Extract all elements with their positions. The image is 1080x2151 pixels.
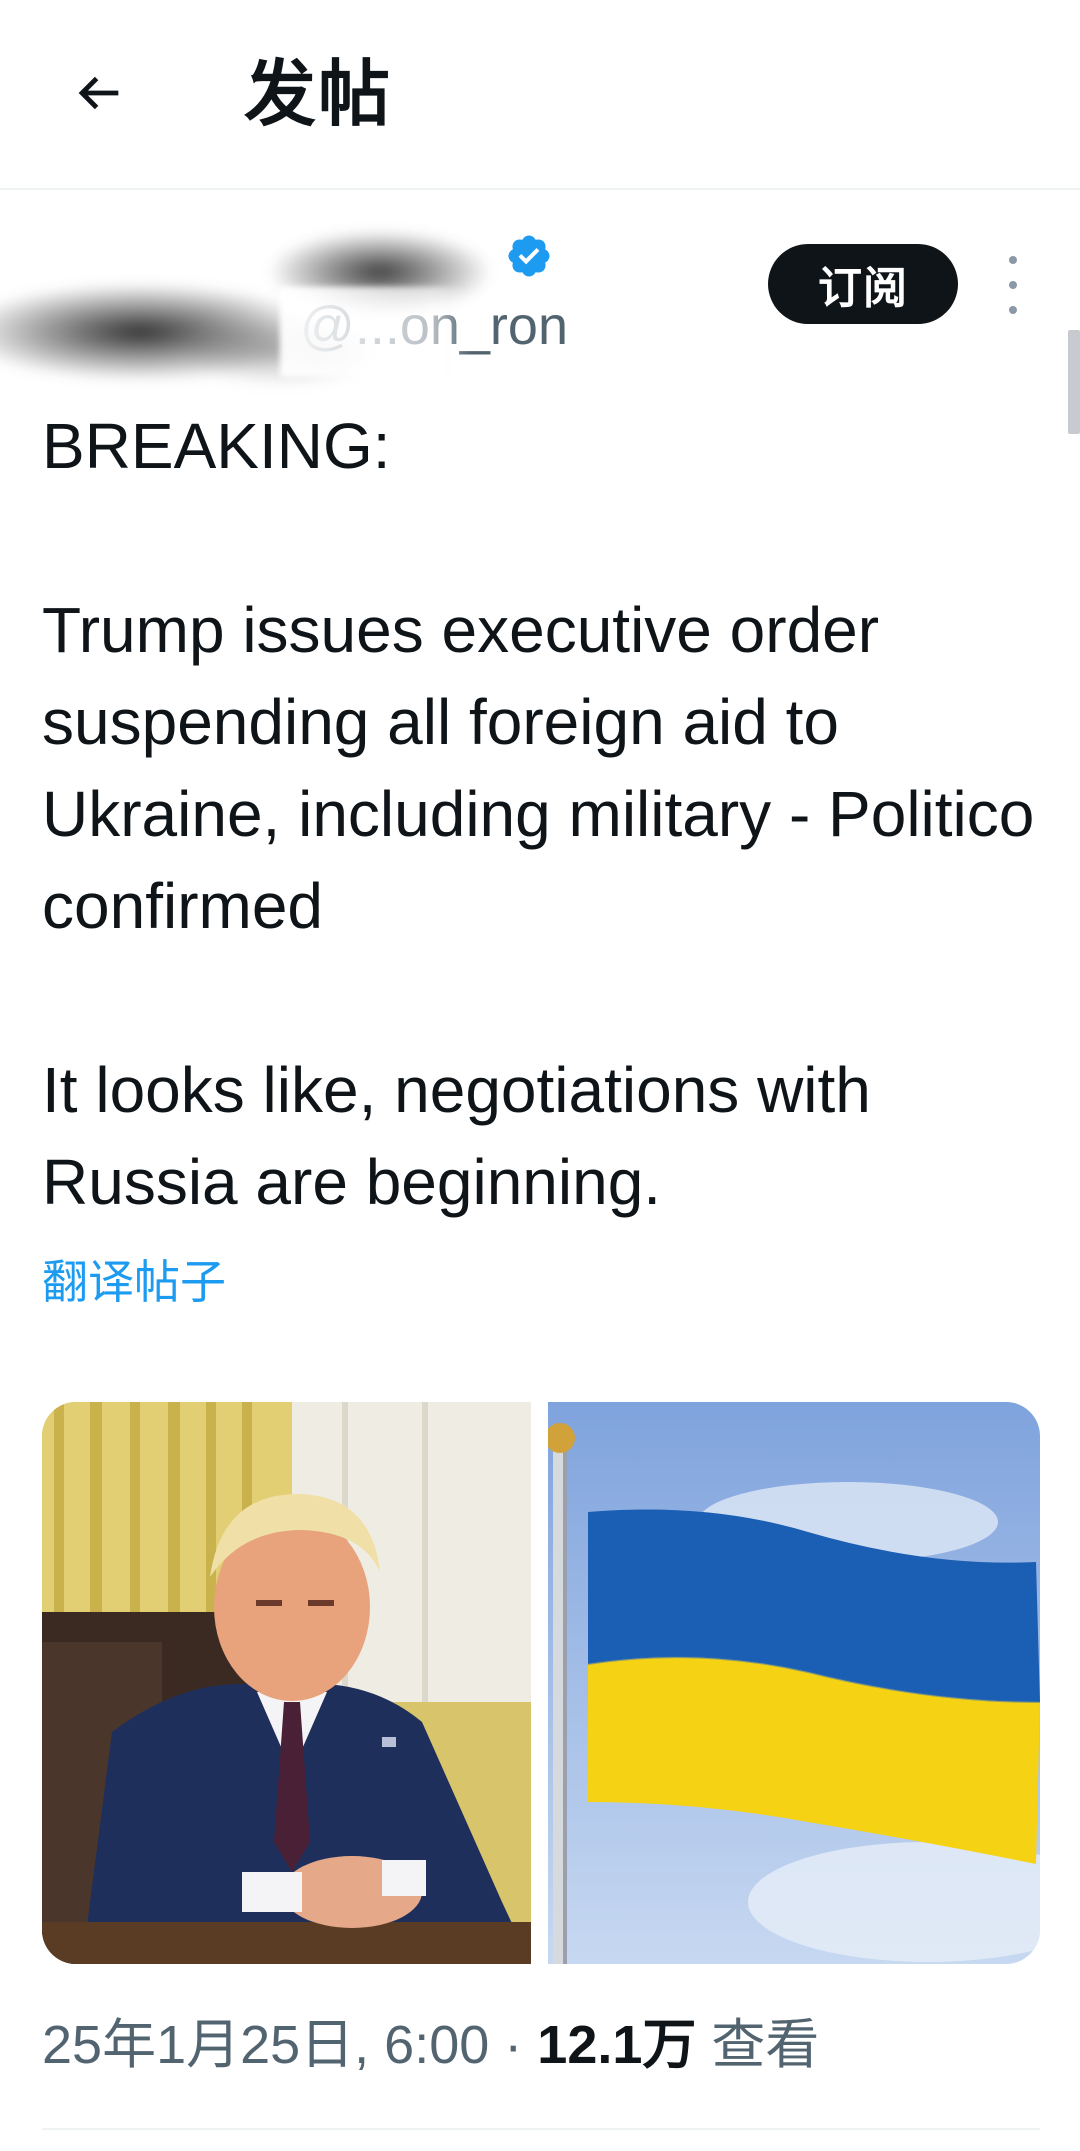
divider	[42, 2128, 1040, 2130]
meta-separator: ·	[504, 2015, 523, 2075]
post-author-row: @...on_ron 订阅	[0, 192, 1080, 402]
arrow-left-icon	[78, 76, 119, 110]
post-text: BREAKING: Trump issues executive order s…	[42, 400, 1042, 1228]
post-media-grid	[42, 1402, 1040, 1964]
view-count-label: 查看	[711, 2015, 820, 2075]
president-at-desk-photo[interactable]	[42, 1402, 531, 1964]
post-line-headline: BREAKING:	[42, 410, 391, 482]
subscribe-button[interactable]: 订阅	[768, 244, 958, 324]
post-line-body: Trump issues executive order suspending …	[42, 594, 1035, 942]
post-timestamp[interactable]: 25年1月25日, 6:00	[42, 2015, 489, 2075]
top-bar: 发帖	[0, 0, 1080, 190]
post-meta: 25年1月25日, 6:00 · 12.1万 查看	[42, 2010, 819, 2080]
view-count: 12.1万	[537, 2015, 697, 2075]
more-options-icon[interactable]	[998, 250, 1028, 320]
ukraine-flag-photo[interactable]	[548, 1402, 1040, 1964]
scrollbar[interactable]	[1068, 330, 1080, 434]
page-title: 发帖	[244, 55, 393, 135]
post-line-conclusion: It looks like, negotiations with Russia …	[42, 1054, 871, 1218]
translate-post-link[interactable]: 翻译帖子	[42, 1252, 226, 1312]
verified-badge-icon	[508, 235, 550, 277]
back-button[interactable]	[58, 52, 140, 134]
redaction-smudge	[280, 287, 470, 377]
